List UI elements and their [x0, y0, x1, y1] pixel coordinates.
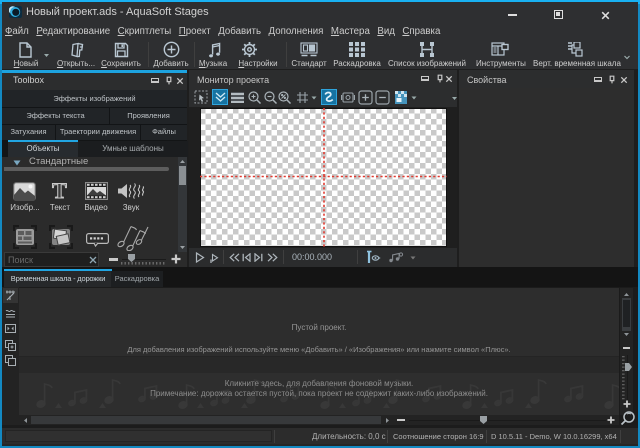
svg-text:T: T	[52, 180, 67, 201]
